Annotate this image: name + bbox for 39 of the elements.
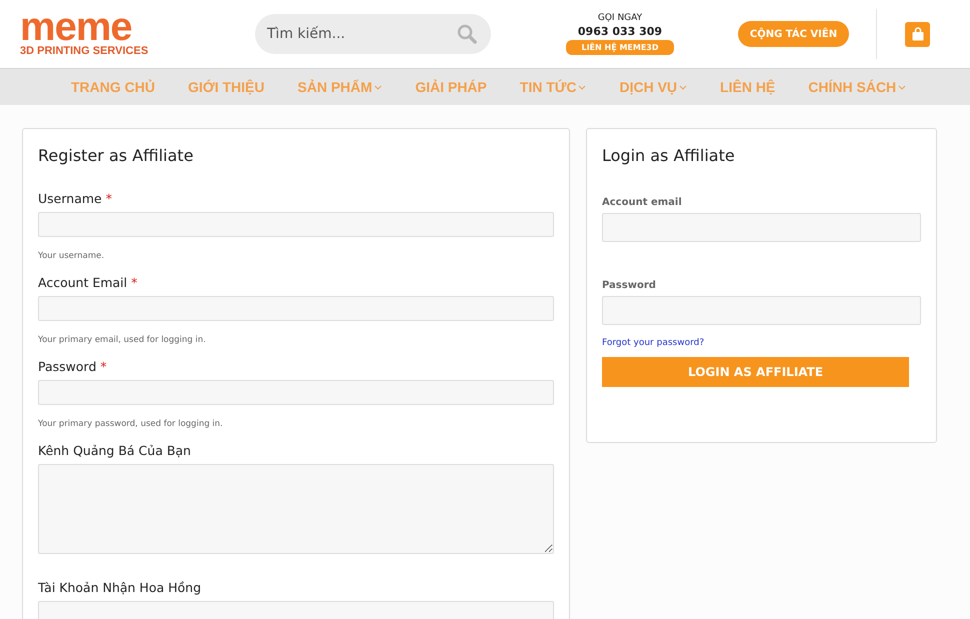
field-label: Password	[602, 280, 657, 291]
input-field[interactable]	[38, 296, 554, 321]
logo-tagline: 3D PRINTING SERVICES	[20, 45, 150, 57]
field-label: Account Email *	[38, 275, 138, 290]
logo-wordmark[interactable]: meme	[20, 11, 255, 43]
input-field[interactable]	[38, 380, 554, 405]
nav-link[interactable]: GIẢI PHÁP	[415, 79, 487, 95]
field-label: Tài Khoản Nhận Hoa Hồng	[38, 580, 202, 595]
forgot-password-link[interactable]: Forgot your password?	[602, 338, 704, 348]
affiliate-button[interactable]: CỘNG TÁC VIÊN	[738, 21, 849, 47]
cart-button[interactable]	[905, 22, 930, 46]
search-icon[interactable]	[457, 24, 477, 44]
bag-icon	[910, 27, 924, 41]
nav-link[interactable]: LIÊN HỆ	[720, 79, 776, 95]
input-field[interactable]	[602, 213, 921, 242]
field-hint: Your primary password, used for logging in.	[38, 419, 224, 429]
nav-link[interactable]: TRANG CHỦ	[71, 79, 155, 95]
call-now-label: GỌI NGAY	[598, 13, 642, 23]
phone-number: 0963 033 309	[578, 25, 662, 38]
card-title: Register as Affiliate	[38, 146, 194, 165]
field-label: Password *	[38, 359, 108, 374]
input-field[interactable]	[38, 601, 554, 619]
contact-button[interactable]: LIÊN HỆ MEME3D	[566, 40, 674, 55]
input-field[interactable]	[38, 212, 554, 237]
search-field[interactable]: Tìm kiếm...	[255, 14, 491, 54]
nav-link[interactable]: SẢN PHẨM	[298, 79, 382, 95]
field-label: Username *	[38, 191, 113, 206]
nav-link[interactable]: DỊCH VỤ	[619, 79, 688, 95]
login-button[interactable]: LOGIN AS AFFILIATE	[602, 357, 909, 387]
text-area[interactable]	[38, 464, 554, 554]
field-hint: Your username.	[38, 251, 106, 261]
card-title: Login as Affiliate	[602, 146, 736, 165]
nav-link[interactable]: CHÍNH SÁCH	[808, 79, 906, 95]
field-label: Kênh Quảng Bá Của Bạn	[38, 443, 192, 458]
field-label: Account email	[602, 197, 683, 208]
field-hint: Your primary email, used for logging in.	[38, 335, 207, 345]
input-field[interactable]	[602, 296, 921, 325]
nav-link[interactable]: GIỚI THIỆU	[188, 79, 265, 95]
nav-link[interactable]: TIN TỨC	[520, 79, 586, 95]
